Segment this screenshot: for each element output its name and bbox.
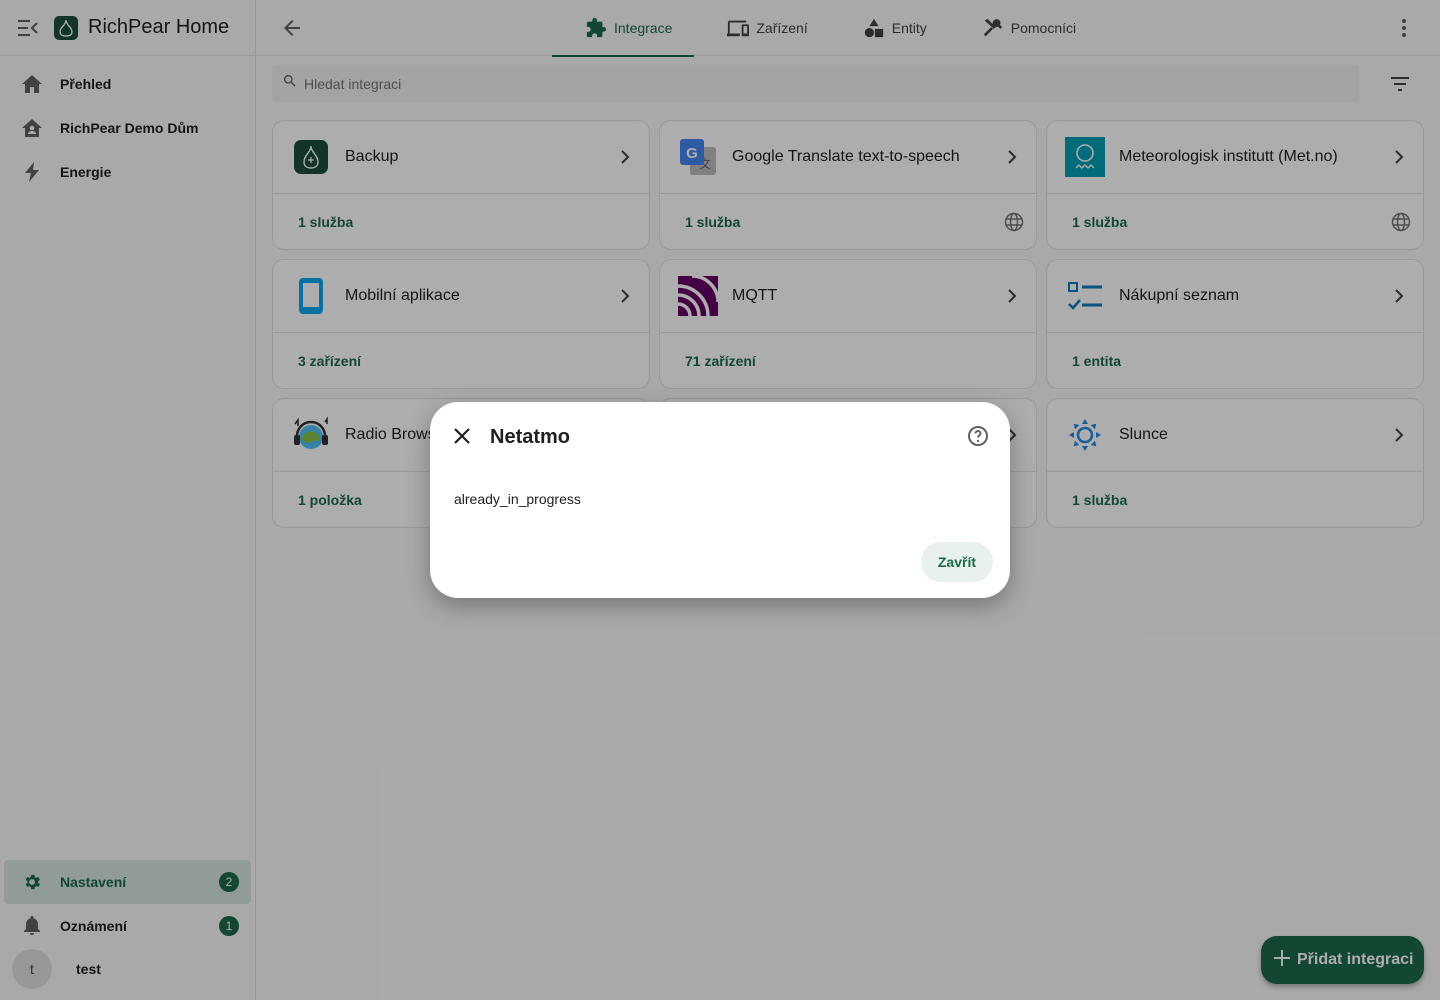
dialog-title: Netatmo xyxy=(490,426,571,448)
help-icon[interactable] xyxy=(966,424,990,448)
close-icon[interactable] xyxy=(450,424,474,448)
dialog-message: already_in_progress xyxy=(454,491,581,507)
dialog: Netatmo already_in_progress Zavřít xyxy=(430,402,1010,598)
close-button[interactable]: Zavřít xyxy=(920,542,993,582)
